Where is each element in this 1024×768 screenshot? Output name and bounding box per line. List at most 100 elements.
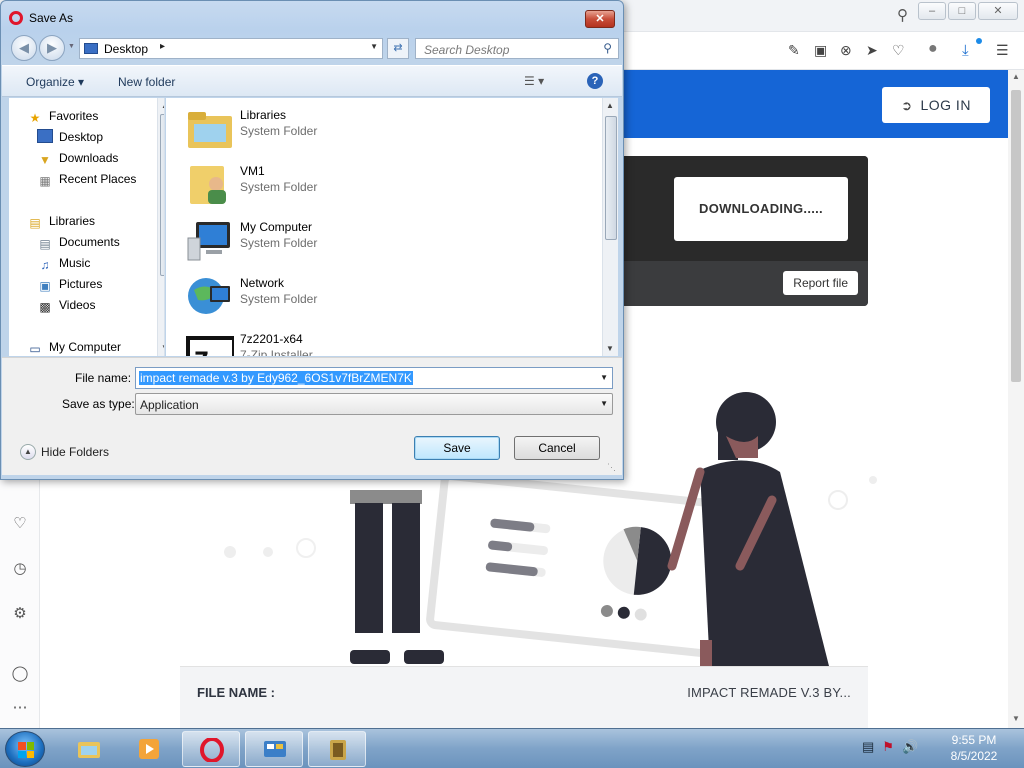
back-button[interactable]: ◀ xyxy=(11,35,37,61)
download-icon[interactable]: ⤓ xyxy=(962,42,969,59)
nav-item-libraries[interactable]: ▤ Libraries xyxy=(27,211,95,231)
page-scroll-thumb[interactable] xyxy=(1011,90,1021,382)
resize-grip-icon[interactable]: ⋱ xyxy=(607,462,616,473)
nav-item-my-computer[interactable]: ▭ My Computer xyxy=(27,337,121,356)
explorer-icon xyxy=(78,742,100,758)
heart-icon[interactable]: ♡ xyxy=(10,514,30,534)
nav-item-desktop[interactable]: Desktop xyxy=(37,127,103,147)
save-options-panel: File name: impact remade v.3 by Edy962_6… xyxy=(2,357,622,475)
action-center-icon[interactable]: ⚑ xyxy=(882,739,894,755)
dialog-close-button[interactable]: ✕ xyxy=(585,10,615,28)
new-folder-button[interactable]: New folder xyxy=(118,75,175,89)
save-as-type-select[interactable]: Application ▼ xyxy=(135,393,613,415)
file-name-input[interactable]: impact remade v.3 by Edy962_6OS1v7fBrZME… xyxy=(135,367,613,389)
save-button[interactable]: Save xyxy=(414,436,500,460)
file-name-field-label: File name: xyxy=(75,371,132,385)
search-input[interactable]: Search Desktop ⚲ xyxy=(415,38,619,59)
file-item-libraries[interactable]: Libraries System Folder xyxy=(186,102,586,154)
organize-button[interactable]: Organize ▾ xyxy=(26,75,84,89)
nav-item-favorites[interactable]: ★ Favorites xyxy=(27,106,99,126)
taskbar-media-player[interactable] xyxy=(120,731,178,767)
view-options-icon[interactable]: ☰ ▾ xyxy=(524,74,544,88)
account-icon[interactable]: ● xyxy=(928,40,938,58)
chevron-down-icon[interactable]: ▼ xyxy=(600,399,608,408)
edit-icon[interactable]: ✎ xyxy=(788,42,800,59)
file-scroll-thumb[interactable] xyxy=(605,116,617,240)
chevron-down-icon[interactable]: ▼ xyxy=(600,373,608,382)
scroll-up-icon[interactable]: ▲ xyxy=(606,101,614,110)
scroll-up-icon[interactable]: ▲ xyxy=(1012,72,1020,81)
network-status-icon[interactable]: ▤ xyxy=(862,739,874,755)
send-icon[interactable]: ➤ xyxy=(866,42,878,59)
nav-pane-scrollbar[interactable]: ▲ ▼ xyxy=(157,98,164,356)
scroll-down-icon[interactable]: ▼ xyxy=(161,343,164,352)
nav-item-label: Videos xyxy=(59,298,96,312)
report-file-button[interactable]: Report file xyxy=(783,271,858,295)
recent-locations-icon[interactable]: ▼ xyxy=(68,43,75,50)
cancel-button[interactable]: Cancel xyxy=(514,436,600,460)
minimize-button[interactable]: – xyxy=(918,2,946,20)
save-as-type-value: Application xyxy=(140,398,199,412)
gear-icon[interactable]: ⚙ xyxy=(10,604,30,624)
libraries-folder-icon xyxy=(188,112,232,148)
file-item-network[interactable]: Network System Folder xyxy=(186,270,586,322)
hide-folders-button[interactable]: ▲ Hide Folders xyxy=(20,444,109,460)
maximize-button[interactable]: □ xyxy=(948,2,976,20)
address-bar[interactable]: Desktop ▸ ▼ xyxy=(79,38,383,59)
file-name-input-value: impact remade v.3 by Edy962_6OS1v7fBrZME… xyxy=(139,371,413,385)
clock-icon[interactable]: ◷ xyxy=(10,559,30,579)
camera-icon[interactable]: ▣ xyxy=(814,42,827,59)
nav-item-documents[interactable]: ▤ Documents xyxy=(37,232,119,252)
scroll-down-icon[interactable]: ▼ xyxy=(1012,714,1020,723)
file-name: Network xyxy=(240,276,285,290)
taskbar: ▤ ⚑ 🔊 9:55 PM 8/5/2022 xyxy=(0,728,1024,768)
login-label: LOG IN xyxy=(920,97,971,113)
close-window-button[interactable]: ✕ xyxy=(978,2,1018,20)
page-scrollbar[interactable]: ▲ ▼ xyxy=(1008,70,1024,728)
download-card-footer: Report file xyxy=(584,261,868,306)
help-icon[interactable]: ? xyxy=(587,73,603,89)
taskbar-explorer[interactable] xyxy=(60,731,118,767)
more-icon[interactable]: ⋯ xyxy=(10,698,30,718)
breadcrumb-arrow-icon[interactable]: ▸ xyxy=(160,41,165,52)
scroll-down-icon[interactable]: ▼ xyxy=(606,344,614,353)
search-icon[interactable]: ⚲ xyxy=(897,6,908,24)
command-bar: Organize ▾ New folder ☰ ▾ ? xyxy=(2,65,622,97)
clock[interactable]: 9:55 PM 8/5/2022 xyxy=(944,732,1004,764)
file-item-7zip[interactable]: 7z 7z2201-x64 7-Zip Installer xyxy=(186,326,586,356)
clock-time: 9:55 PM xyxy=(951,733,997,747)
lightbulb-icon[interactable]: ◯ xyxy=(10,664,30,684)
nav-item-music[interactable]: ♫ Music xyxy=(37,253,91,273)
file-name: Libraries xyxy=(240,108,287,122)
nav-item-recent-places[interactable]: ▦ Recent Places xyxy=(37,169,136,189)
start-button[interactable] xyxy=(5,731,45,767)
taskbar-opera[interactable] xyxy=(182,731,240,767)
control-panel-icon xyxy=(264,741,286,757)
refresh-button[interactable]: ⇄ xyxy=(387,38,409,59)
desktop-icon xyxy=(37,129,53,143)
nav-item-videos[interactable]: ▩ Videos xyxy=(37,295,95,315)
system-tray: ▤ ⚑ 🔊 xyxy=(862,739,918,755)
file-item-my-computer[interactable]: My Computer System Folder xyxy=(186,214,586,266)
file-list-scrollbar[interactable]: ▲ ▼ xyxy=(602,98,618,356)
taskbar-installer[interactable] xyxy=(308,731,366,767)
downloading-status[interactable]: DOWNLOADING..... xyxy=(674,177,848,241)
back-arrow-icon: ◀ xyxy=(19,40,29,55)
login-button[interactable]: ➲ LOG IN xyxy=(882,87,990,123)
dialog-title: Save As xyxy=(9,11,73,25)
settings-icon[interactable]: ☰ xyxy=(996,42,1009,59)
file-item-vm1[interactable]: VM1 System Folder xyxy=(186,158,586,210)
heart-icon[interactable]: ♡ xyxy=(892,42,905,59)
forward-button[interactable]: ▶ xyxy=(39,35,65,61)
nav-item-pictures[interactable]: ▣ Pictures xyxy=(37,274,102,294)
taskbar-control-panel[interactable] xyxy=(245,731,303,767)
file-name-label: FILE NAME : xyxy=(197,685,275,700)
nav-scroll-thumb[interactable] xyxy=(160,114,164,276)
forward-arrow-icon: ▶ xyxy=(47,40,57,55)
scroll-up-icon[interactable]: ▲ xyxy=(161,101,164,110)
close-circle-icon[interactable]: ⊗ xyxy=(840,42,852,59)
volume-icon[interactable]: 🔊 xyxy=(902,739,918,755)
nav-item-downloads[interactable]: ▼ Downloads xyxy=(37,148,118,168)
nav-item-label: Libraries xyxy=(49,214,96,228)
address-dropdown-icon[interactable]: ▼ xyxy=(370,42,378,51)
